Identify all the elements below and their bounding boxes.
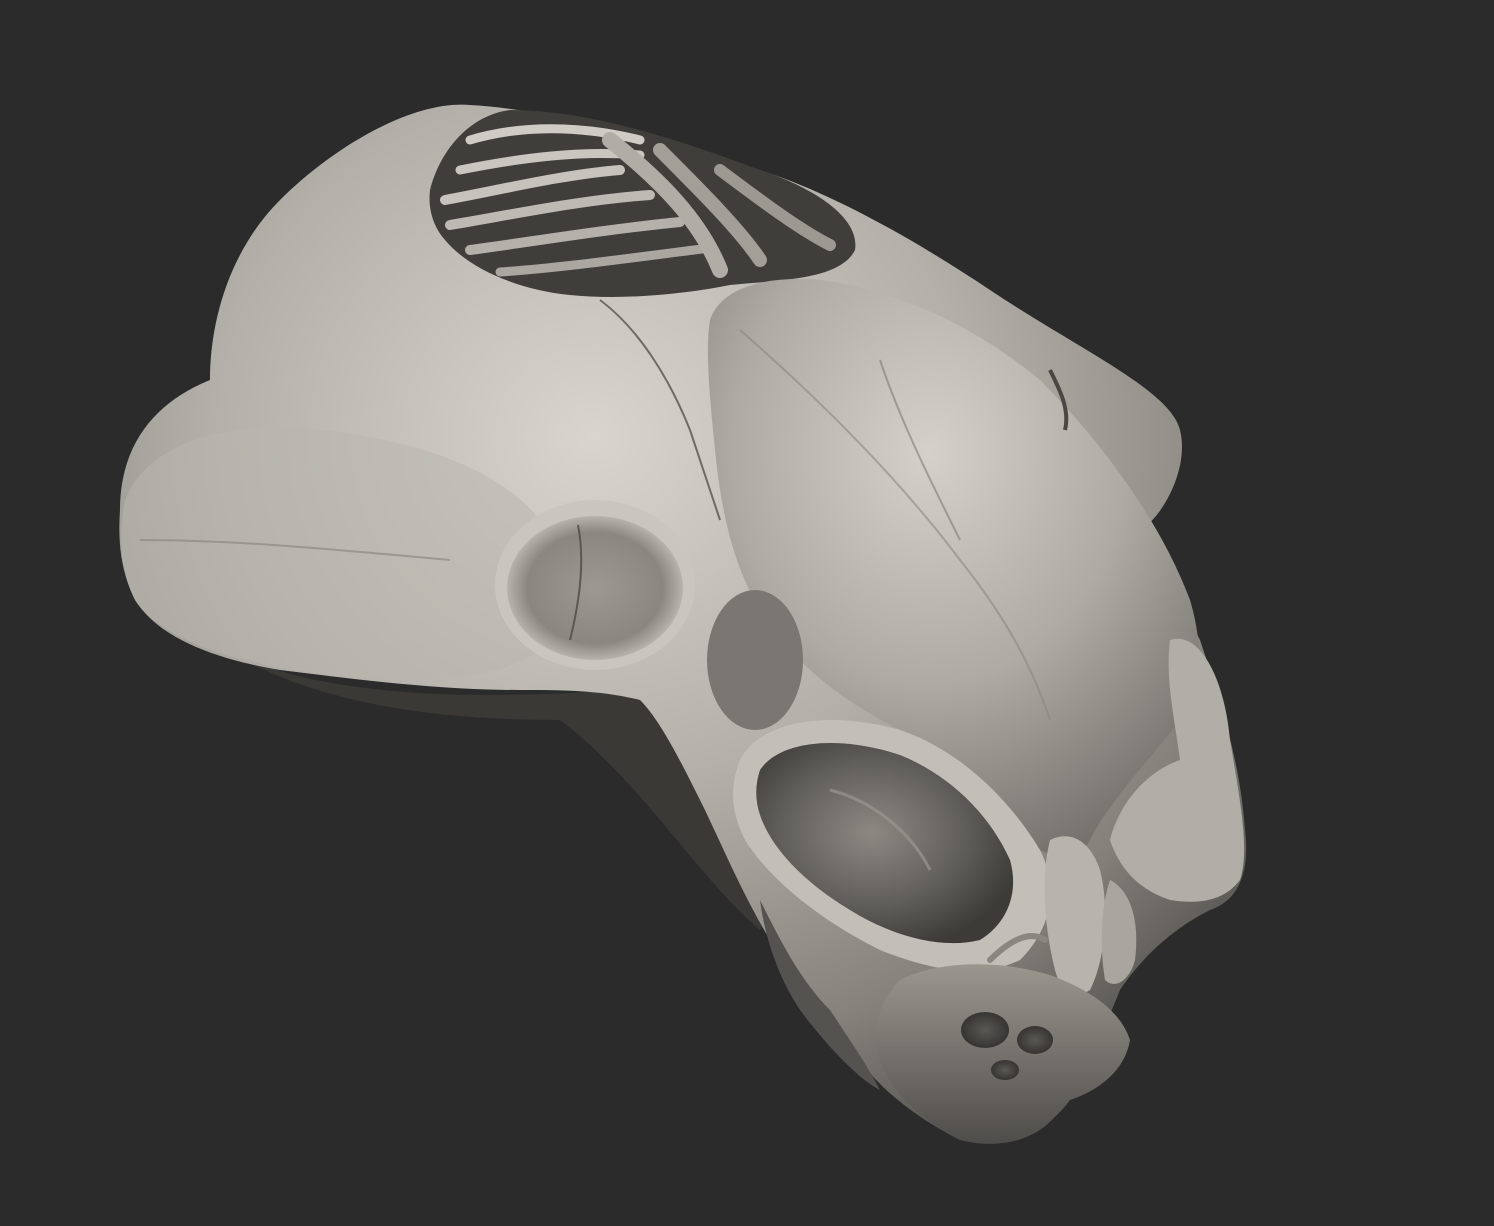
exposed-cavity bbox=[429, 110, 856, 297]
skull-sculpt-render bbox=[119, 104, 1247, 1144]
temporal-hollow bbox=[707, 590, 803, 730]
3d-viewport[interactable] bbox=[0, 0, 1494, 1226]
ear-disc bbox=[495, 500, 695, 670]
